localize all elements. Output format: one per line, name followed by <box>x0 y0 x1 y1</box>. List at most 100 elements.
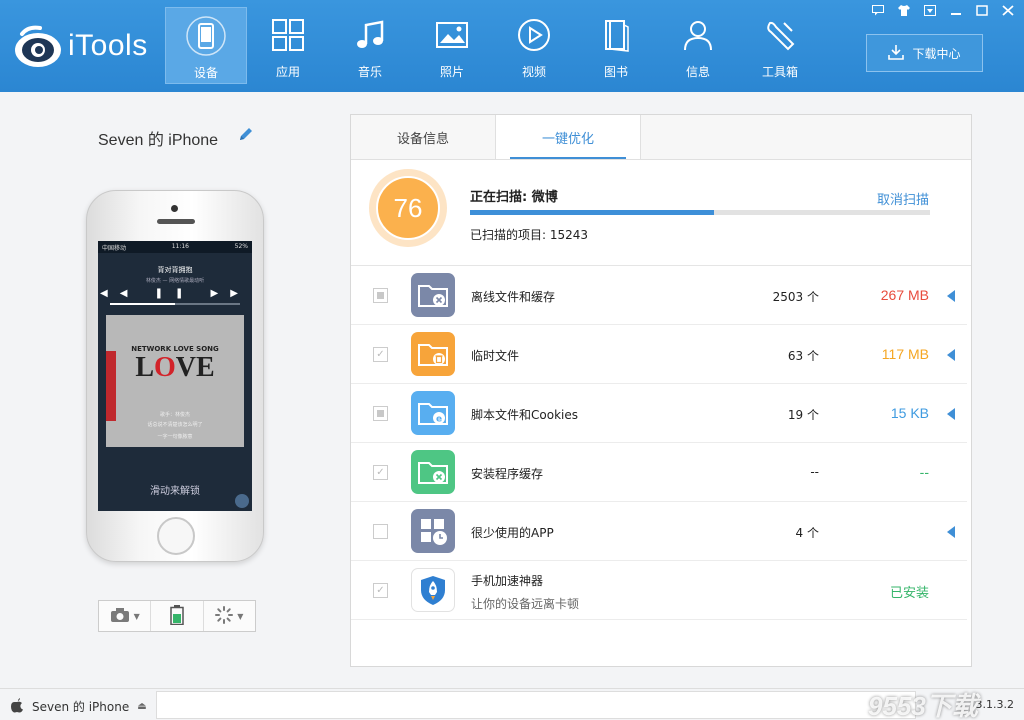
nav-photos[interactable]: 照片 <box>411 7 493 84</box>
item-count: 63 个 <box>787 349 819 363</box>
device-tools: ▼ ▼ <box>98 600 256 632</box>
expand-arrow-icon[interactable] <box>947 526 955 538</box>
health-score: 76 <box>369 169 447 247</box>
eject-icon: ⏏ <box>137 701 147 712</box>
tab-device-info[interactable]: 设备信息 <box>351 115 496 159</box>
list-item: 很少使用的APP 4 个 <box>351 502 967 561</box>
screen-lyric-3: 一字一句像脓意 <box>157 434 193 440</box>
wrench-icon <box>760 15 800 55</box>
status-device[interactable]: Seven 的 iPhone ⏏ <box>10 697 147 716</box>
installed-status: 已安装 <box>889 585 929 600</box>
app-clock-icon <box>411 509 455 553</box>
phone-speaker <box>157 219 195 224</box>
nav-label: 设备 <box>193 66 218 80</box>
maximize-icon[interactable] <box>974 3 990 17</box>
item-count: 2503 个 <box>772 290 819 304</box>
item-label: 很少使用的APP <box>471 526 554 540</box>
album-top-text: NETWORK LOVE SONG <box>131 345 219 353</box>
nav-apps[interactable]: 应用 <box>247 7 329 84</box>
scanned-count: 已扫描的项目: 15243 <box>470 228 589 242</box>
window-controls <box>870 3 1016 17</box>
scan-progress-bar <box>470 210 930 215</box>
device-icon <box>186 16 226 56</box>
chevron-down-icon: ▼ <box>133 611 140 621</box>
close-icon[interactable] <box>1000 3 1016 17</box>
nav-label: 视频 <box>521 65 546 79</box>
cleanup-item-list: 离线文件和缓存 2503 个 267 MB ✓ 临时文件 63 个 117 MB… <box>351 266 969 620</box>
svg-text:e: e <box>436 415 442 425</box>
item-label: 脚本文件和Cookies <box>471 408 578 422</box>
feedback-icon[interactable] <box>870 3 886 17</box>
nav-label: 照片 <box>439 65 464 79</box>
apps-grid-icon <box>268 15 308 55</box>
nav-label: 应用 <box>275 65 300 79</box>
panel-tabs: 设备信息 一键优化 <box>351 115 971 160</box>
screen-lyric-1: 歌手：林俊杰 <box>159 412 190 418</box>
item-size: 15 KB <box>890 405 929 421</box>
nav-music[interactable]: 音乐 <box>329 7 411 84</box>
screen-battery: 52% <box>234 243 248 250</box>
restart-button[interactable]: ▼ <box>204 601 255 631</box>
folder-trash-icon <box>411 332 455 376</box>
item-label: 安装程序缓存 <box>471 467 544 481</box>
battery-button[interactable] <box>151 601 204 631</box>
menu-dropdown-icon[interactable] <box>922 3 938 17</box>
camera-icon <box>110 607 130 625</box>
album-love-text: LOVE <box>135 352 215 383</box>
score-value: 76 <box>376 176 440 240</box>
edit-pencil-icon[interactable] <box>238 126 254 146</box>
device-image: 中国移动 11:16 52% 背对背拥抱 林俊杰 — 网络情歌最动听 ◀◀ ❚❚… <box>86 190 264 562</box>
minimize-icon[interactable] <box>948 3 964 17</box>
item-checkbox[interactable]: ✓ <box>373 583 388 598</box>
expand-arrow-icon[interactable] <box>947 290 955 302</box>
itools-logo-icon <box>12 22 64 70</box>
item-checkbox[interactable] <box>373 406 388 421</box>
nav-label: 音乐 <box>357 65 382 79</box>
nav-info[interactable]: 信息 <box>657 7 739 84</box>
main-nav: 设备 应用 音乐 照片 视频 图书 信息 工具箱 <box>165 7 821 84</box>
cancel-scan-link[interactable]: 取消扫描 <box>877 189 929 208</box>
screen-status-bar: 中国移动 11:16 52% <box>98 241 252 253</box>
nav-label: 图书 <box>603 65 628 79</box>
nav-books[interactable]: 图书 <box>575 7 657 84</box>
nav-device[interactable]: 设备 <box>165 7 247 84</box>
tab-one-click-optimize[interactable]: 一键优化 <box>496 115 641 159</box>
scan-status: 正在扫描: 微博 <box>470 190 558 205</box>
app-version: 3.1.3.2 <box>975 698 1014 711</box>
item-count: -- <box>810 465 819 479</box>
nav-label: 信息 <box>685 65 710 79</box>
book-icon <box>596 15 636 55</box>
item-label: 手机加速神器 <box>471 574 544 588</box>
list-item: ✓ 手机加速神器 让你的设备远离卡顿 已安装 <box>351 561 967 620</box>
expand-arrow-icon[interactable] <box>947 408 955 420</box>
loading-spinner-icon <box>215 606 234 626</box>
download-center-button[interactable]: 下载中心 <box>866 34 983 72</box>
top-bar: iTools 设备 应用 音乐 照片 视频 图书 信息 工具箱 下载中心 <box>0 0 1024 92</box>
photo-icon <box>432 15 472 55</box>
list-item: 离线文件和缓存 2503 个 267 MB <box>351 266 967 325</box>
app-logo: iTools <box>12 22 148 70</box>
camera-shortcut-icon <box>235 494 249 508</box>
play-icon <box>514 15 554 55</box>
item-checkbox[interactable] <box>373 524 388 539</box>
screen-unlock-text: 滑动来解锁 <box>150 486 200 497</box>
list-item: ✓ 临时文件 63 个 117 MB <box>351 325 967 384</box>
item-subtitle: 让你的设备远离卡顿 <box>471 597 580 611</box>
item-checkbox[interactable]: ✓ <box>373 347 388 362</box>
screenshot-button[interactable]: ▼ <box>99 601 152 631</box>
download-center-label: 下载中心 <box>912 46 961 61</box>
status-device-name: Seven 的 iPhone <box>32 700 130 714</box>
item-checkbox[interactable] <box>373 288 388 303</box>
expand-arrow-icon[interactable] <box>947 349 955 361</box>
folder-browser-icon: e <box>411 391 455 435</box>
site-watermark: 9553下载 <box>868 691 978 720</box>
nav-toolbox[interactable]: 工具箱 <box>739 7 821 84</box>
scan-progress-fill <box>470 210 714 215</box>
screen-playback-controls: ◀◀ ❚❚ ▶▶ <box>100 288 250 299</box>
nav-video[interactable]: 视频 <box>493 7 575 84</box>
nav-label: 工具箱 <box>761 65 798 79</box>
item-checkbox[interactable]: ✓ <box>373 465 388 480</box>
app-name: iTools <box>68 29 148 62</box>
skin-shirt-icon[interactable] <box>896 3 912 17</box>
device-screen: 中国移动 11:16 52% 背对背拥抱 林俊杰 — 网络情歌最动听 ◀◀ ❚❚… <box>98 241 252 511</box>
